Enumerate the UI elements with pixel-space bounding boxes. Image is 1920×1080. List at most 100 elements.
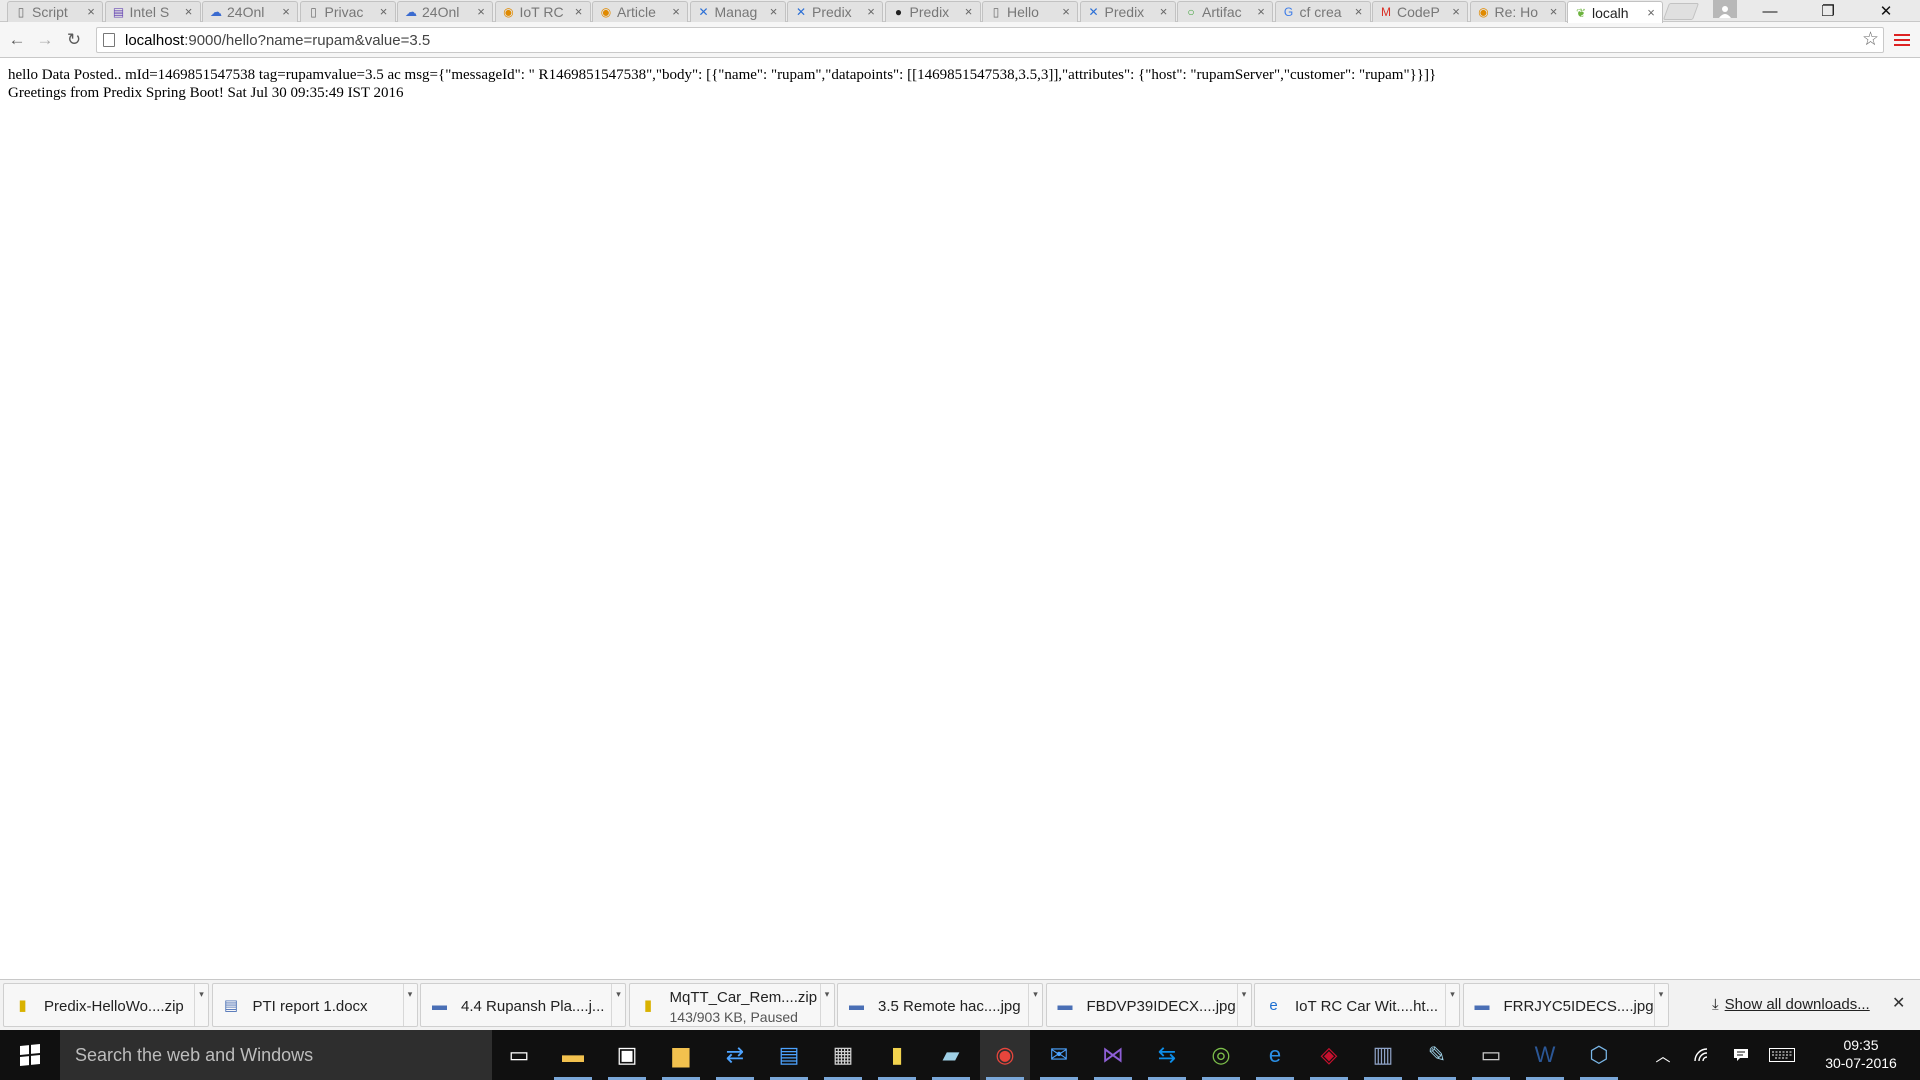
download-item[interactable]: ▮ Predix-HelloWo....zip ▾ — [3, 983, 209, 1027]
profile-button[interactable] — [1713, 0, 1737, 18]
taskbar-clock[interactable]: 09:35 30-07-2016 — [1808, 1036, 1914, 1072]
tab-close-icon[interactable]: × — [864, 5, 878, 19]
download-item[interactable]: ▬ 4.4 Rupansh Pla....j... ▾ — [420, 983, 626, 1027]
tab-close-icon[interactable]: × — [182, 5, 196, 19]
taskbar-app-printer[interactable]: ▦ — [818, 1030, 868, 1080]
taskbar-app-mcafee[interactable]: ◈ — [1304, 1030, 1354, 1080]
download-menu-chevron-icon[interactable]: ▾ — [819, 984, 834, 1026]
tab-close-icon[interactable]: × — [474, 5, 488, 19]
taskbar-app-internet-explorer[interactable]: e — [1250, 1030, 1300, 1080]
chevron-up-icon: ︿ — [1655, 1047, 1671, 1065]
download-menu-chevron-icon[interactable]: ▾ — [1028, 984, 1042, 1026]
tab-1[interactable]: ▤ Intel S × — [104, 1, 201, 22]
tab-8[interactable]: ✕ Predix × — [787, 1, 883, 22]
tab-9[interactable]: ● Predix × — [884, 1, 981, 22]
show-hidden-icons-button[interactable]: ︿ — [1650, 1030, 1676, 1080]
bookmark-star-icon[interactable]: ☆ — [1862, 30, 1879, 50]
tab-close-icon[interactable]: × — [1449, 5, 1463, 19]
taskbar-app-sticky-notes[interactable]: ▮ — [872, 1030, 922, 1080]
forward-arrow-icon: → — [36, 30, 54, 49]
visual-studio-icon: ⋈ — [1102, 1042, 1124, 1067]
start-button[interactable] — [0, 1030, 60, 1080]
taskbar-app-remote-desktop[interactable]: ▤ — [764, 1030, 814, 1080]
tab-7[interactable]: ✕ Manag × — [689, 1, 786, 22]
tab-0[interactable]: ▯ Script × — [7, 1, 103, 22]
new-tab-button[interactable] — [1662, 3, 1700, 20]
taskbar-app-task-view[interactable]: ▭ — [494, 1030, 544, 1080]
chrome-menu-icon[interactable] — [1894, 32, 1910, 48]
download-item[interactable]: ▮ MqTT_Car_Rem....zip 143/903 KB, Paused ▾ — [628, 983, 835, 1027]
tab-close-icon[interactable]: × — [767, 5, 781, 19]
taskbar-app-outlook[interactable]: ✉ — [1034, 1030, 1084, 1080]
taskbar-search-input[interactable]: Search the web and Windows — [60, 1030, 492, 1080]
tab-close-icon[interactable]: × — [1352, 5, 1366, 19]
close-window-button[interactable]: ✕ — [1858, 0, 1914, 22]
tab-close-icon[interactable]: × — [279, 5, 293, 19]
download-item[interactable]: ▬ FBDVP39IDECX....jpg ▾ — [1045, 983, 1252, 1027]
action-center-icon[interactable] — [1728, 1030, 1754, 1080]
tab-3[interactable]: ▯ Privac × — [299, 1, 396, 22]
taskbar-app-file-explorer[interactable]: ▬ — [548, 1030, 598, 1080]
taskbar-app-virtualbox[interactable]: ⬡ — [1574, 1030, 1624, 1080]
tab-close-icon[interactable]: × — [377, 5, 391, 19]
tab-6[interactable]: ◉ Article × — [592, 1, 688, 22]
tab-10[interactable]: ▯ Hello × — [982, 1, 1078, 22]
tab-close-icon[interactable]: × — [1157, 5, 1171, 19]
address-bar[interactable]: localhost:9000/hello?name=rupam&value=3.… — [96, 27, 1884, 53]
forward-button[interactable]: → — [34, 29, 56, 51]
tab-5[interactable]: ◉ IoT RC × — [494, 1, 591, 22]
tab-close-icon[interactable]: × — [1059, 5, 1073, 19]
taskbar-app-paint[interactable]: ✎ — [1412, 1030, 1462, 1080]
reload-button[interactable]: ↻ — [63, 29, 85, 51]
taskbar-app-command-prompt[interactable]: ▭ — [1466, 1030, 1516, 1080]
keyboard-icon[interactable] — [1764, 1030, 1800, 1080]
url-host: localhost — [125, 31, 185, 49]
tab-close-icon[interactable]: × — [962, 5, 976, 19]
tab-14[interactable]: M CodeP × — [1372, 1, 1468, 22]
taskbar-app-scanner[interactable]: ▥ — [1358, 1030, 1408, 1080]
tab-4[interactable]: ☁ 24Onl × — [397, 1, 493, 22]
close-shelf-button[interactable]: ✕ — [1892, 993, 1905, 1013]
close-icon: ✕ — [1892, 995, 1906, 1012]
file-explorer-icon: ▬ — [562, 1042, 584, 1067]
taskbar-app-store[interactable]: ▣ — [602, 1030, 652, 1080]
tab-close-icon[interactable]: × — [84, 5, 98, 19]
download-menu-chevron-icon[interactable]: ▾ — [611, 984, 625, 1026]
taskbar-app-visual-studio[interactable]: ⋈ — [1088, 1030, 1138, 1080]
tab-15[interactable]: ◉ Re: Ho × — [1469, 1, 1566, 22]
download-menu-chevron-icon[interactable]: ▾ — [194, 984, 208, 1026]
show-all-downloads-link[interactable]: ⤓ Show all downloads... — [1712, 996, 1870, 1013]
back-button[interactable]: ← — [6, 29, 28, 51]
download-menu-chevron-icon[interactable]: ▾ — [402, 984, 417, 1026]
taskbar-app-folder[interactable]: ▆ — [656, 1030, 706, 1080]
minimize-button[interactable]: — — [1742, 0, 1798, 22]
url-text[interactable]: localhost:9000/hello?name=rupam&value=3.… — [125, 32, 430, 49]
tab-2[interactable]: ☁ 24Onl × — [202, 1, 298, 22]
wifi-icon[interactable] — [1690, 1030, 1716, 1080]
download-menu-chevron-icon[interactable]: ▾ — [1236, 984, 1251, 1026]
tab-16[interactable]: ❦ localh × — [1567, 1, 1663, 23]
taskbar-app-teamviewer[interactable]: ⇆ — [1142, 1030, 1192, 1080]
tab-close-icon[interactable]: × — [572, 5, 586, 19]
taskbar-app-android-studio[interactable]: ◎ — [1196, 1030, 1246, 1080]
taskbar-app-chrome[interactable]: ◉ — [980, 1030, 1030, 1080]
taskbar-app-network-share[interactable]: ⇄ — [710, 1030, 760, 1080]
download-item[interactable]: ▤ PTI report 1.docx ▾ — [211, 983, 418, 1027]
tab-13[interactable]: Gcf crea × — [1274, 1, 1371, 22]
download-menu-chevron-icon[interactable]: ▾ — [1445, 984, 1459, 1026]
tab-close-icon[interactable]: × — [1547, 5, 1561, 19]
download-item[interactable]: ▬ 3.5 Remote hac....jpg ▾ — [837, 983, 1043, 1027]
page-info-icon[interactable] — [103, 33, 115, 47]
tab-close-icon[interactable]: × — [1254, 5, 1268, 19]
taskbar-app-word[interactable]: W — [1520, 1030, 1570, 1080]
download-menu-chevron-icon[interactable]: ▾ — [1653, 984, 1668, 1026]
download-item[interactable]: ▬ FRRJYC5IDECS....jpg ▾ — [1462, 983, 1669, 1027]
tab-close-icon[interactable]: × — [1644, 5, 1658, 20]
restore-button[interactable]: ❐ — [1800, 0, 1856, 22]
taskbar-app-notepad[interactable]: ▰ — [926, 1030, 976, 1080]
store-icon: ▣ — [616, 1042, 638, 1067]
tab-close-icon[interactable]: × — [669, 5, 683, 19]
download-item[interactable]: e IoT RC Car Wit....ht... ▾ — [1254, 983, 1460, 1027]
tab-11[interactable]: ✕ Predix × — [1079, 1, 1176, 22]
tab-12[interactable]: ○ Artifac × — [1177, 1, 1273, 22]
